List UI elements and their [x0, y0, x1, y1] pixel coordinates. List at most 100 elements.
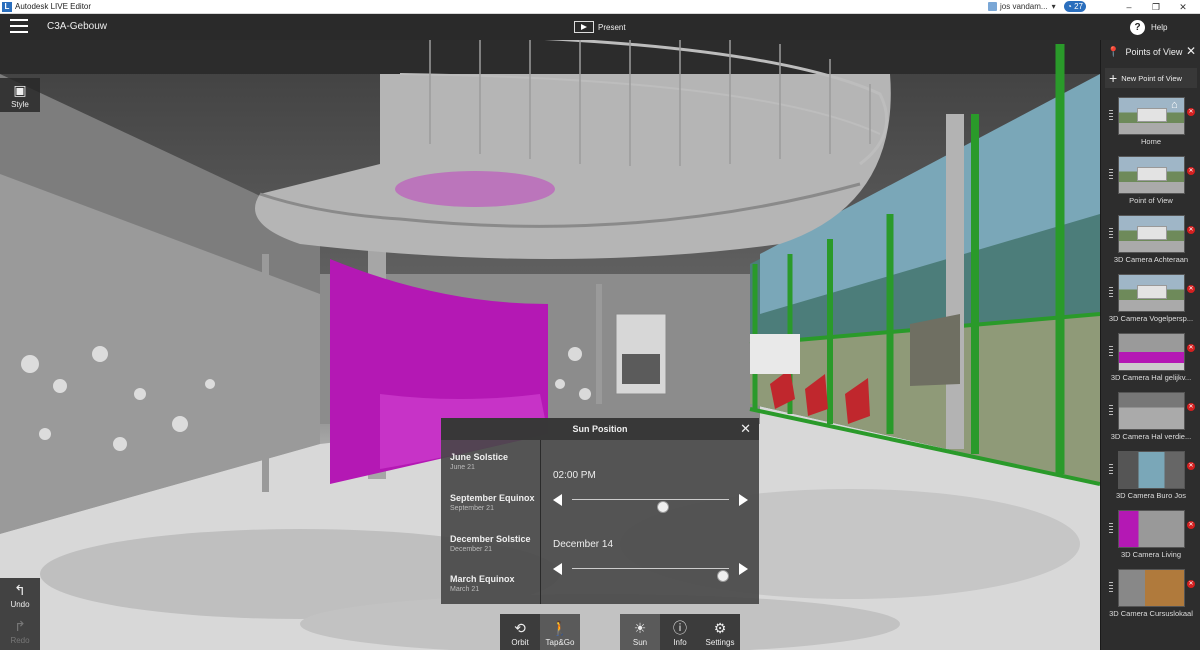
- undo-label: Undo: [10, 600, 30, 609]
- date-decrease-arrow-icon[interactable]: [553, 563, 562, 575]
- plus-icon: +: [1109, 70, 1118, 86]
- settings-label: Settings: [705, 638, 735, 647]
- delete-icon[interactable]: ✕: [1187, 580, 1195, 588]
- drag-handle-icon[interactable]: [1109, 582, 1113, 593]
- drag-handle-icon[interactable]: [1109, 169, 1113, 180]
- new-point-of-view-button[interactable]: + New Point of View: [1105, 68, 1197, 88]
- date-slider[interactable]: [553, 561, 748, 582]
- drag-handle-icon[interactable]: [1109, 464, 1113, 475]
- panel-header: 📍 Points of View ✕: [1101, 40, 1200, 64]
- pov-item[interactable]: ✕ 3D Camera Achteraan: [1101, 212, 1200, 271]
- pov-item[interactable]: ✕ 3D Camera Vogelpersp...: [1101, 271, 1200, 330]
- pov-thumbnail[interactable]: [1118, 333, 1185, 371]
- pov-thumbnail[interactable]: [1118, 156, 1185, 194]
- close-window-button[interactable]: ✕: [1172, 0, 1194, 14]
- redo-button[interactable]: ↱ Redo: [0, 614, 40, 650]
- date-readout: December 14: [553, 539, 614, 550]
- pov-label: 3D Camera Cursuslokaal: [1109, 609, 1193, 618]
- tapgo-label: Tap&Go: [545, 638, 575, 647]
- orbit-button[interactable]: ⟲ Orbit: [500, 614, 540, 650]
- preset-june-solstice[interactable]: June Solstice June 21: [450, 452, 508, 471]
- time-slider-track[interactable]: [572, 499, 729, 513]
- present-button[interactable]: Present: [574, 18, 626, 36]
- info-button[interactable]: ⓘ Info: [660, 614, 700, 650]
- delete-icon[interactable]: ✕: [1187, 226, 1195, 234]
- style-button[interactable]: ▣ Style: [0, 78, 40, 112]
- navigation-toolbar: ⟲ Orbit 🚶 Tap&Go: [500, 614, 580, 650]
- pov-thumbnail[interactable]: [1118, 392, 1185, 430]
- date-slider-knob[interactable]: [716, 570, 729, 582]
- delete-icon[interactable]: ✕: [1187, 521, 1195, 529]
- drag-handle-icon[interactable]: [1109, 287, 1113, 298]
- preset-march-equinox[interactable]: March Equinox March 21: [450, 574, 515, 593]
- time-increase-arrow-icon[interactable]: [739, 494, 748, 506]
- pov-thumbnail[interactable]: [1118, 274, 1185, 312]
- sun-button[interactable]: ☀ Sun: [620, 614, 660, 650]
- preset-september-equinox[interactable]: September Equinox September 21: [450, 493, 535, 512]
- maximize-button[interactable]: ❐: [1145, 0, 1167, 14]
- time-slider[interactable]: [553, 492, 748, 513]
- preset-title: June Solstice: [450, 452, 509, 462]
- pov-item[interactable]: ✕ 3D Camera Hal gelijkv...: [1101, 330, 1200, 389]
- pov-item[interactable]: ✕ 3D Camera Living: [1101, 507, 1200, 566]
- pov-label: Point of View: [1129, 196, 1173, 205]
- sun-position-dialog: Sun Position ✕ June Solstice June 21 Sep…: [441, 418, 759, 604]
- delete-icon[interactable]: ✕: [1187, 108, 1195, 116]
- preset-title: December Solstice: [450, 534, 531, 544]
- drag-handle-icon[interactable]: [1109, 523, 1113, 534]
- notification-badge[interactable]: ◔ 27: [1064, 1, 1086, 12]
- pov-label: 3D Camera Hal verdie...: [1110, 432, 1192, 441]
- minimize-button[interactable]: –: [1118, 0, 1140, 14]
- close-icon[interactable]: ✕: [740, 418, 751, 440]
- live-editor-app: L Autodesk LIVE Editor jos vandam... ▾ ◔…: [0, 0, 1200, 650]
- undo-button[interactable]: ↰ Undo: [0, 578, 40, 614]
- pov-label: 3D Camera Buro Jos: [1115, 491, 1187, 500]
- tapgo-button[interactable]: 🚶 Tap&Go: [540, 614, 580, 650]
- pov-item[interactable]: ✕ 3D Camera Buro Jos: [1101, 448, 1200, 507]
- dialog-header: Sun Position ✕: [441, 418, 759, 440]
- sun-icon: ☀: [633, 620, 647, 636]
- drag-handle-icon[interactable]: [1109, 346, 1113, 357]
- help-button[interactable]: ? Help: [1130, 18, 1167, 36]
- time-slider-knob[interactable]: [657, 501, 670, 513]
- delete-icon[interactable]: ✕: [1187, 167, 1195, 175]
- gears-icon: ⚙: [713, 620, 727, 636]
- time-decrease-arrow-icon[interactable]: [553, 494, 562, 506]
- preset-title: March Equinox: [450, 574, 515, 584]
- delete-icon[interactable]: ✕: [1187, 344, 1195, 352]
- delete-icon[interactable]: ✕: [1187, 462, 1195, 470]
- settings-button[interactable]: ⚙ Settings: [700, 614, 740, 650]
- delete-icon[interactable]: ✕: [1187, 285, 1195, 293]
- chevron-down-icon: ▾: [1051, 2, 1056, 11]
- sun-label: Sun: [632, 638, 648, 647]
- hamburger-icon[interactable]: [10, 19, 28, 35]
- preset-december-solstice[interactable]: December Solstice December 21: [450, 534, 531, 553]
- pov-item[interactable]: ✕ 3D Camera Hal verdie...: [1101, 389, 1200, 448]
- app-logo-icon: L: [2, 1, 12, 12]
- drag-handle-icon[interactable]: [1109, 110, 1113, 121]
- delete-icon[interactable]: ✕: [1187, 403, 1195, 411]
- user-name: jos vandam...: [1000, 2, 1048, 11]
- drag-handle-icon[interactable]: [1109, 405, 1113, 416]
- pov-label: 3D Camera Living: [1120, 550, 1182, 559]
- pov-thumbnail[interactable]: [1118, 510, 1185, 548]
- window-title: Autodesk LIVE Editor: [15, 2, 92, 11]
- pov-item[interactable]: ✕ Point of View: [1101, 153, 1200, 212]
- user-account-button[interactable]: jos vandam... ▾: [988, 1, 1056, 12]
- date-slider-track[interactable]: [572, 568, 729, 582]
- pov-thumbnail[interactable]: [1118, 569, 1185, 607]
- app-topbar: C3A-Gebouw Present ? Help: [0, 14, 1200, 40]
- panel-title: Points of View: [1125, 47, 1183, 57]
- undo-icon: ↰: [14, 582, 26, 598]
- pov-label: 3D Camera Hal gelijkv...: [1110, 373, 1192, 382]
- pov-thumbnail[interactable]: [1118, 215, 1185, 253]
- help-icon: ?: [1130, 19, 1145, 35]
- info-label: Info: [673, 638, 687, 647]
- pov-thumbnail[interactable]: [1118, 451, 1185, 489]
- date-increase-arrow-icon[interactable]: [739, 563, 748, 575]
- pov-item[interactable]: ⌂ ✕ Home: [1101, 94, 1200, 153]
- info-icon: ⓘ: [673, 620, 687, 636]
- close-icon[interactable]: ✕: [1186, 44, 1196, 58]
- pov-item[interactable]: ✕ 3D Camera Cursuslokaal: [1101, 566, 1200, 625]
- drag-handle-icon[interactable]: [1109, 228, 1113, 239]
